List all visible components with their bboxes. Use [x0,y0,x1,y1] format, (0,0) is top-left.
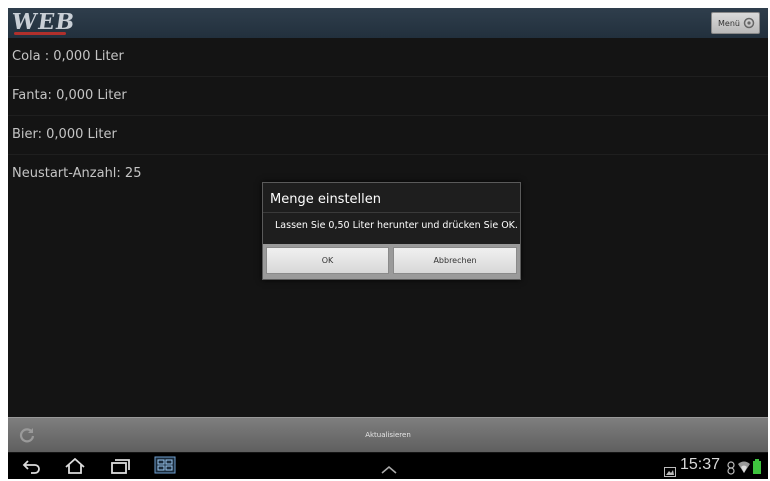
gear-icon [743,17,755,29]
image-notification-icon [664,462,676,481]
action-bar: WEB Menü [8,8,768,38]
menu-label: Menü [718,18,740,28]
ok-button[interactable]: OK [266,247,389,274]
recent-apps-icon[interactable] [110,458,130,478]
cancel-button[interactable]: Abbrechen [393,247,517,274]
system-navigation-bar: 15:37 [8,453,768,479]
logo-underline [14,32,66,35]
screenshot-icon[interactable] [154,456,176,478]
usb-icon [726,460,736,479]
wifi-icon [737,459,751,478]
dialog-title: Menge einstellen [270,192,382,207]
refresh-label: Aktualisieren [365,431,411,439]
battery-icon [753,459,761,478]
dialog-divider [263,212,520,213]
back-icon[interactable] [22,458,42,478]
up-chevron-icon[interactable] [380,460,398,479]
quantity-dialog: Menge einstellen Lassen Sie 0,50 Liter h… [262,182,521,280]
app-screen: WEB Menü Cola : 0,000 Liter Fanta: 0,000… [8,8,768,479]
dialog-button-bar: OK Abbrechen [263,244,520,279]
refresh-bar[interactable]: Aktualisieren [8,417,768,452]
clock: 15:37 [680,456,721,473]
menu-button[interactable]: Menü [711,12,760,34]
dialog-message: Lassen Sie 0,50 Liter herunter und drück… [275,220,518,231]
home-icon[interactable] [64,457,86,478]
